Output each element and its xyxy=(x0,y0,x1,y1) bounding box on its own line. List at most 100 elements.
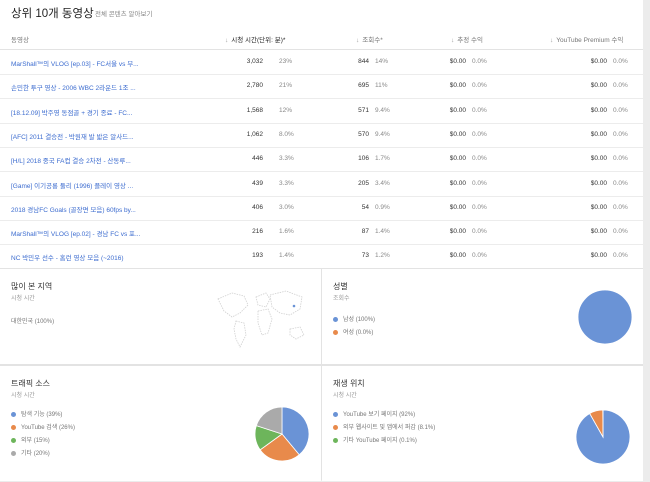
premium-revenue-pct: 0.0% xyxy=(613,179,628,187)
col-video[interactable]: 동영상 xyxy=(11,34,29,44)
watch-time-pct: 23% xyxy=(279,58,293,65)
geo-title: 많이 본 지역 xyxy=(11,282,53,291)
table-row[interactable]: 2018 경남FC Goals (골장면 모음) 60fps by... 406 3… xyxy=(0,196,643,221)
col-revenue[interactable]: ↓ 추정 수익 xyxy=(451,34,483,44)
revenue-pct: 0.0% xyxy=(472,106,487,114)
col-views[interactable]: ↓ 조회수* xyxy=(356,34,383,44)
views-pct: 1.4% xyxy=(375,228,390,236)
traffic-subtitle: 시청 시간 xyxy=(11,393,35,399)
revenue-pct: 0.0% xyxy=(472,228,487,236)
premium-revenue: $0.00 xyxy=(590,82,607,90)
video-title[interactable]: NC 박민우 선수 - 홈런 영상 모음 (~2016) xyxy=(11,252,156,262)
watch-time: 3,032 xyxy=(246,58,263,65)
video-title[interactable]: [Game] 이기공룡 둘리 (1996) 플레이 영상 ... xyxy=(11,180,156,190)
video-title[interactable]: 손민한 투구 영상 - 2006 WBC 2라운드 1조 ... xyxy=(11,82,156,92)
analytics-panel: 상위 10개 동영상 전체 콘텐츠 알아보기 동영상 ↓ 시청 시간(단위: 분)… xyxy=(0,0,643,481)
premium-revenue: $0.00 xyxy=(590,252,607,260)
sort-down-icon: ↓ xyxy=(550,37,554,44)
pie-slice[interactable] xyxy=(577,289,633,345)
premium-revenue-pct: 0.0% xyxy=(613,130,628,138)
gender-title: 성별 xyxy=(333,282,348,291)
geo-card: 많이 본 지역 시청 시간 대한민국 (100%) xyxy=(0,268,321,365)
video-title[interactable]: MarShall™의 VLOG [ep.02] - 경남 FC vs 포... xyxy=(11,228,156,238)
watch-time: 216 xyxy=(252,228,263,236)
watch-time: 406 xyxy=(252,203,263,211)
legend-label: 외부 웹사이트 및 앱에서 퍼감 (8.1%) xyxy=(343,425,436,431)
premium-revenue-pct: 0.0% xyxy=(613,228,628,236)
revenue: $0.00 xyxy=(449,82,466,90)
watch-time-pct: 3.3% xyxy=(279,155,294,163)
video-title[interactable]: [AFC] 2011 결승전 - 박원재 발 밟은 알사드... xyxy=(11,131,156,141)
views: 87 xyxy=(361,228,369,236)
legend-dot xyxy=(333,329,338,335)
table-row[interactable]: 손민한 투구 영상 - 2006 WBC 2라운드 1조 ... 2,780 21%… xyxy=(0,74,643,100)
legend-item: YouTube 검색 (26%) xyxy=(11,422,75,431)
premium-revenue-pct: 0.0% xyxy=(613,82,628,90)
table-row[interactable]: NC 박민우 선수 - 홈런 영상 모음 (~2016) 193 1.4% 73 1.2… xyxy=(0,244,643,270)
views: 695 xyxy=(358,82,369,90)
views-pct: 14% xyxy=(375,58,389,65)
video-title[interactable]: MarShall™의 VLOG [ep.03] - FC서울 vs 부... xyxy=(11,58,156,68)
playback-pie xyxy=(575,409,631,465)
legend-dot xyxy=(333,437,338,443)
views: 205 xyxy=(358,179,369,187)
revenue: $0.00 xyxy=(449,106,466,114)
table-row[interactable]: MarShall™의 VLOG [ep.02] - 경남 FC vs 포... 2… xyxy=(0,220,643,246)
premium-revenue: $0.00 xyxy=(590,155,607,163)
revenue: $0.00 xyxy=(449,228,466,236)
col-watch-time[interactable]: ↓ 시청 시간(단위: 분)* xyxy=(225,34,285,44)
revenue: $0.00 xyxy=(449,58,466,65)
legend-item: 외부 웹사이트 및 앱에서 퍼감 (8.1%) xyxy=(333,422,435,431)
legend-label: 탐색 기능 (39%) xyxy=(21,412,63,418)
explore-content-link[interactable]: 전체 콘텐츠 알아보기 xyxy=(95,8,152,18)
table-row[interactable]: [Game] 이기공룡 둘리 (1996) 플레이 영상 ... 439 3.3% 2… xyxy=(0,172,643,197)
table-row[interactable]: MarShall™의 VLOG [ep.03] - FC서울 vs 부... 3,… xyxy=(0,50,643,75)
watch-time: 1,062 xyxy=(246,130,263,138)
watch-time-pct: 12% xyxy=(279,106,293,114)
watch-time: 2,780 xyxy=(246,82,263,90)
legend-item: 남성 (100%) xyxy=(333,314,375,323)
premium-revenue: $0.00 xyxy=(590,179,607,187)
watch-time-pct: 21% xyxy=(279,82,293,90)
watch-time: 439 xyxy=(252,179,263,187)
views: 54 xyxy=(361,203,369,211)
legend-item: 여성 (0.0%) xyxy=(333,327,373,336)
legend-dot xyxy=(333,424,338,430)
revenue: $0.00 xyxy=(449,252,466,260)
divider xyxy=(321,268,322,480)
watch-time: 1,568 xyxy=(246,106,263,114)
revenue-pct: 0.0% xyxy=(472,203,487,211)
traffic-title: 트래픽 소스 xyxy=(11,379,51,388)
premium-revenue: $0.00 xyxy=(590,130,607,138)
premium-revenue-pct: 0.0% xyxy=(613,203,628,211)
video-title[interactable]: [H/L] 2018 중국 FA컵 결승 2차전 - 산동루... xyxy=(11,155,156,165)
premium-revenue: $0.00 xyxy=(590,58,607,65)
geo-subtitle: 시청 시간 xyxy=(11,296,35,302)
legend-item: 기타 YouTube 페이지 (0.1%) xyxy=(333,435,417,444)
col-premium-revenue[interactable]: ↓ YouTube Premium 수익 xyxy=(550,34,623,44)
premium-revenue-pct: 0.0% xyxy=(613,252,628,260)
video-title[interactable]: 2018 경남FC Goals (골장면 모음) 60fps by... xyxy=(11,204,156,214)
table-row[interactable]: [18.12.09] 박주영 동점골 + 경기 종료 - FC... 1,568 1… xyxy=(0,99,643,124)
views-pct: 11% xyxy=(375,82,388,90)
views: 106 xyxy=(358,155,369,163)
legend-label: YouTube 보기 페이지 (92%) xyxy=(343,412,416,418)
premium-revenue-pct: 0.0% xyxy=(613,58,628,65)
revenue-pct: 0.0% xyxy=(472,58,487,65)
playback-card: 재생 위치 시청 시간 YouTube 보기 페이지 (92%) 외부 웹사이트 … xyxy=(322,365,643,481)
world-map xyxy=(217,290,305,348)
page-title: 상위 10개 동영상 xyxy=(11,8,94,20)
playback-title: 재생 위치 xyxy=(333,379,365,388)
watch-time-pct: 8.0% xyxy=(279,130,294,138)
legend-label: 남성 (100%) xyxy=(343,317,376,323)
views-pct: 1.2% xyxy=(375,252,390,260)
table-row[interactable]: [H/L] 2018 중국 FA컵 결승 2차전 - 산동루... 446 3.3%… xyxy=(0,147,643,173)
legend-label: 여성 (0.0%) xyxy=(343,330,374,336)
video-title[interactable]: [18.12.09] 박주영 동점골 + 경기 종료 - FC... xyxy=(11,107,156,117)
views: 570 xyxy=(358,130,369,138)
views: 844 xyxy=(358,58,369,65)
watch-time-pct: 1.4% xyxy=(279,252,294,260)
gender-pie xyxy=(577,289,633,345)
gender-card: 성별 조회수 남성 (100%) 여성 (0.0%) xyxy=(322,268,643,365)
table-row[interactable]: [AFC] 2011 결승전 - 박원재 발 밟은 알사드... 1,062 8.0… xyxy=(0,123,643,148)
